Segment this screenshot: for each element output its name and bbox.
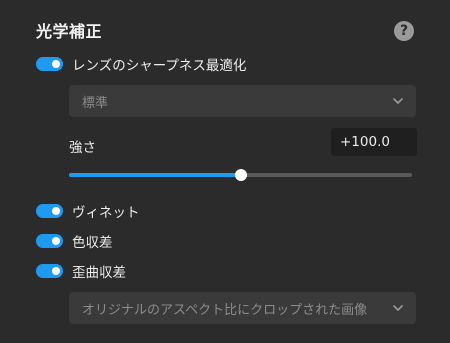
- sharpness-preset-value: 標準: [82, 95, 109, 111]
- distortion-row: 歪曲収差: [36, 260, 126, 282]
- lens-sharpness-row: レンズのシャープネス最適化: [36, 53, 246, 75]
- strength-value-input[interactable]: +100.0: [331, 128, 417, 156]
- distortion-label: 歪曲収差: [72, 265, 126, 281]
- strength-label: 強さ: [69, 140, 96, 156]
- vignette-row: ヴィネット: [36, 200, 140, 222]
- chromatic-aberration-label: 色収差: [72, 235, 113, 251]
- lens-sharpness-label: レンズのシャープネス最適化: [72, 58, 247, 74]
- panel-header: 光学補正 ?: [36, 16, 414, 46]
- slider-thumb[interactable]: [234, 169, 247, 181]
- lens-sharpness-toggle[interactable]: [36, 57, 63, 71]
- sharpness-preset-select[interactable]: 標準: [69, 85, 416, 117]
- help-icon[interactable]: ?: [394, 21, 414, 41]
- distortion-mode-value: オリジナルのアスペクト比にクロップされた画像: [82, 302, 368, 318]
- vignette-label: ヴィネット: [72, 205, 140, 221]
- slider-fill: [69, 173, 241, 177]
- vignette-toggle[interactable]: [36, 204, 63, 218]
- chevron-down-icon: [393, 305, 403, 311]
- chromatic-aberration-row: 色収差: [36, 230, 113, 252]
- panel-title: 光学補正: [36, 22, 103, 41]
- strength-slider[interactable]: [69, 168, 412, 182]
- toggle-knob: [52, 237, 60, 245]
- distortion-mode-select[interactable]: オリジナルのアスペクト比にクロップされた画像: [69, 292, 416, 324]
- distortion-toggle[interactable]: [36, 264, 63, 278]
- toggle-knob: [52, 207, 60, 215]
- chevron-down-icon: [393, 98, 403, 104]
- chromatic-aberration-toggle[interactable]: [36, 234, 63, 248]
- toggle-knob: [52, 60, 60, 68]
- toggle-knob: [52, 267, 60, 275]
- optical-correction-panel: 光学補正 ? レンズのシャープネス最適化 標準 強さ +100.0 ヴィネット …: [0, 0, 450, 343]
